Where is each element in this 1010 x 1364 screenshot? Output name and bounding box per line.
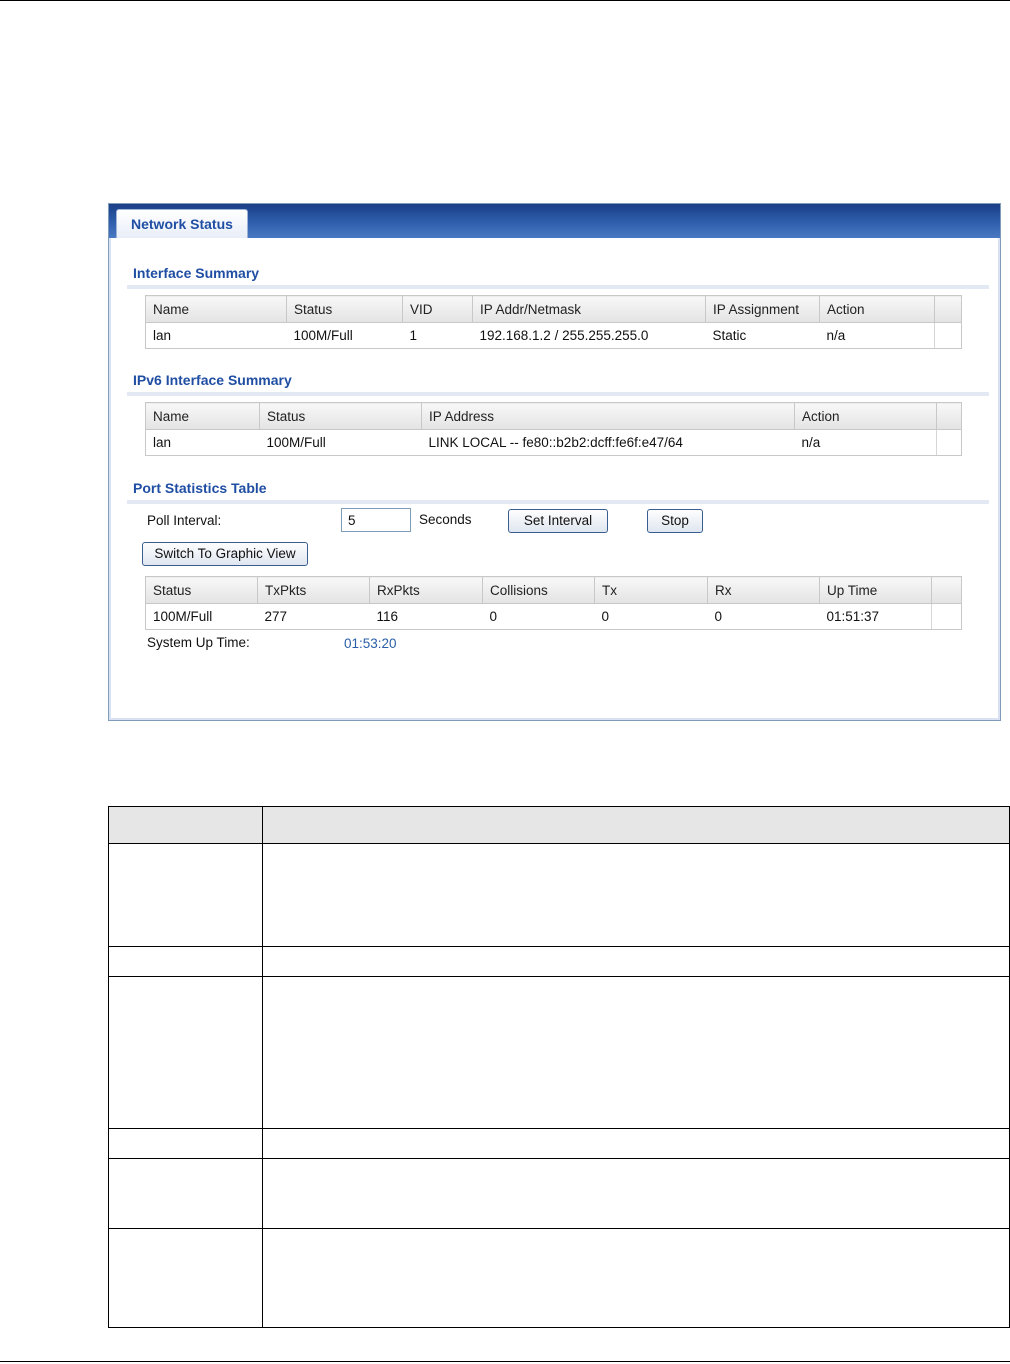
column-header-filler [931, 576, 962, 604]
column-header[interactable]: RxPkts [369, 576, 483, 604]
table-header-row: Name Status VID IP Addr/Netmask IP Assig… [145, 295, 962, 323]
description-row [108, 946, 1010, 977]
description-header-row [108, 806, 1010, 844]
column-header[interactable]: Tx [594, 576, 708, 604]
table-cell: 1 [402, 322, 473, 349]
table-header-row: Name Status IP Address Action [145, 402, 962, 430]
table-cell-filler [931, 603, 962, 630]
column-header[interactable]: IP Address [421, 402, 795, 430]
column-header[interactable]: Name [145, 402, 260, 430]
description-cell [108, 1128, 263, 1159]
column-header[interactable]: IP Addr/Netmask [472, 295, 706, 323]
description-header-cell [108, 806, 263, 844]
description-cell [108, 1228, 263, 1328]
description-cell [262, 843, 1010, 947]
description-cell [108, 946, 263, 977]
interface-summary-title: Interface Summary [133, 265, 260, 281]
table-cell: 100M/Full [145, 603, 258, 630]
table-row: lan 100M/Full LINK LOCAL -- fe80::b2b2:d… [145, 429, 962, 456]
table-cell: 100M/Full [259, 429, 422, 456]
description-row [108, 1228, 1010, 1328]
table-row: 100M/Full 277 116 0 0 0 01:51:37 [145, 603, 962, 630]
description-cell [262, 976, 1010, 1129]
column-header[interactable]: VID [402, 295, 473, 323]
description-row [108, 1158, 1010, 1229]
column-header[interactable]: Collisions [482, 576, 595, 604]
table-cell: lan [145, 322, 287, 349]
interface-summary-table: Name Status VID IP Addr/Netmask IP Assig… [145, 295, 962, 349]
table-cell: n/a [794, 429, 937, 456]
table-cell: 01:51:37 [819, 603, 932, 630]
tab-bar: Network Status [109, 204, 1000, 238]
column-header[interactable]: Up Time [819, 576, 932, 604]
table-cell-filler [934, 322, 962, 349]
set-interval-button[interactable]: Set Interval [508, 509, 608, 533]
description-cell [108, 843, 263, 947]
ipv6-summary-title: IPv6 Interface Summary [133, 372, 292, 388]
column-header[interactable]: Status [259, 402, 422, 430]
table-cell: 116 [369, 603, 483, 630]
stop-button[interactable]: Stop [647, 509, 703, 533]
column-header[interactable]: Status [286, 295, 403, 323]
table-cell: 277 [257, 603, 370, 630]
table-header-row: Status TxPkts RxPkts Collisions Tx Rx Up… [145, 576, 962, 604]
port-statistics-table: Status TxPkts RxPkts Collisions Tx Rx Up… [145, 576, 962, 630]
network-status-content: Interface Summary Name Status VID IP Add… [109, 238, 1000, 720]
description-row [108, 843, 1010, 947]
column-header[interactable]: Rx [707, 576, 820, 604]
description-row [108, 976, 1010, 1129]
description-row [108, 1128, 1010, 1159]
description-cell [262, 1128, 1010, 1159]
description-cell [262, 946, 1010, 977]
port-statistics-title: Port Statistics Table [133, 480, 267, 496]
system-up-time-value: 01:53:20 [344, 636, 397, 651]
description-cell [262, 1158, 1010, 1229]
table-cell: LINK LOCAL -- fe80::b2b2:dcff:fe6f:e47/6… [421, 429, 795, 456]
table-cell: lan [145, 429, 260, 456]
table-cell: 192.168.1.2 / 255.255.255.0 [472, 322, 706, 349]
description-table [108, 806, 1010, 1328]
tab-network-status[interactable]: Network Status [116, 209, 248, 238]
table-cell: n/a [819, 322, 935, 349]
table-cell: 0 [482, 603, 595, 630]
page-top-rule [0, 0, 1010, 1]
section-divider [127, 285, 989, 289]
table-cell: 100M/Full [286, 322, 403, 349]
description-cell [262, 1228, 1010, 1328]
column-header[interactable]: Action [819, 295, 935, 323]
table-cell-filler [936, 429, 962, 456]
seconds-label: Seconds [419, 512, 472, 527]
table-row: lan 100M/Full 1 192.168.1.2 / 255.255.25… [145, 322, 962, 349]
description-cell [108, 976, 263, 1129]
table-cell: 0 [594, 603, 708, 630]
column-header-filler [936, 402, 962, 430]
column-header[interactable]: IP Assignment [705, 295, 820, 323]
poll-interval-input[interactable]: 5 [341, 508, 411, 532]
section-divider [127, 392, 989, 396]
description-cell [108, 1158, 263, 1229]
description-header-cell [262, 806, 1010, 844]
network-status-window: Network Status Interface Summary Name St… [108, 203, 1001, 721]
ipv6-summary-table: Name Status IP Address Action lan 100M/F… [145, 402, 962, 456]
section-divider [127, 500, 989, 504]
system-up-time-label: System Up Time: [147, 635, 250, 650]
column-header[interactable]: Status [145, 576, 258, 604]
switch-to-graphic-view-button[interactable]: Switch To Graphic View [142, 542, 308, 566]
column-header-filler [934, 295, 962, 323]
column-header[interactable]: Name [145, 295, 287, 323]
page-bottom-rule [0, 1361, 1010, 1362]
table-cell: 0 [707, 603, 820, 630]
column-header[interactable]: Action [794, 402, 937, 430]
table-cell: Static [705, 322, 820, 349]
column-header[interactable]: TxPkts [257, 576, 370, 604]
poll-interval-label: Poll Interval: [147, 513, 222, 528]
